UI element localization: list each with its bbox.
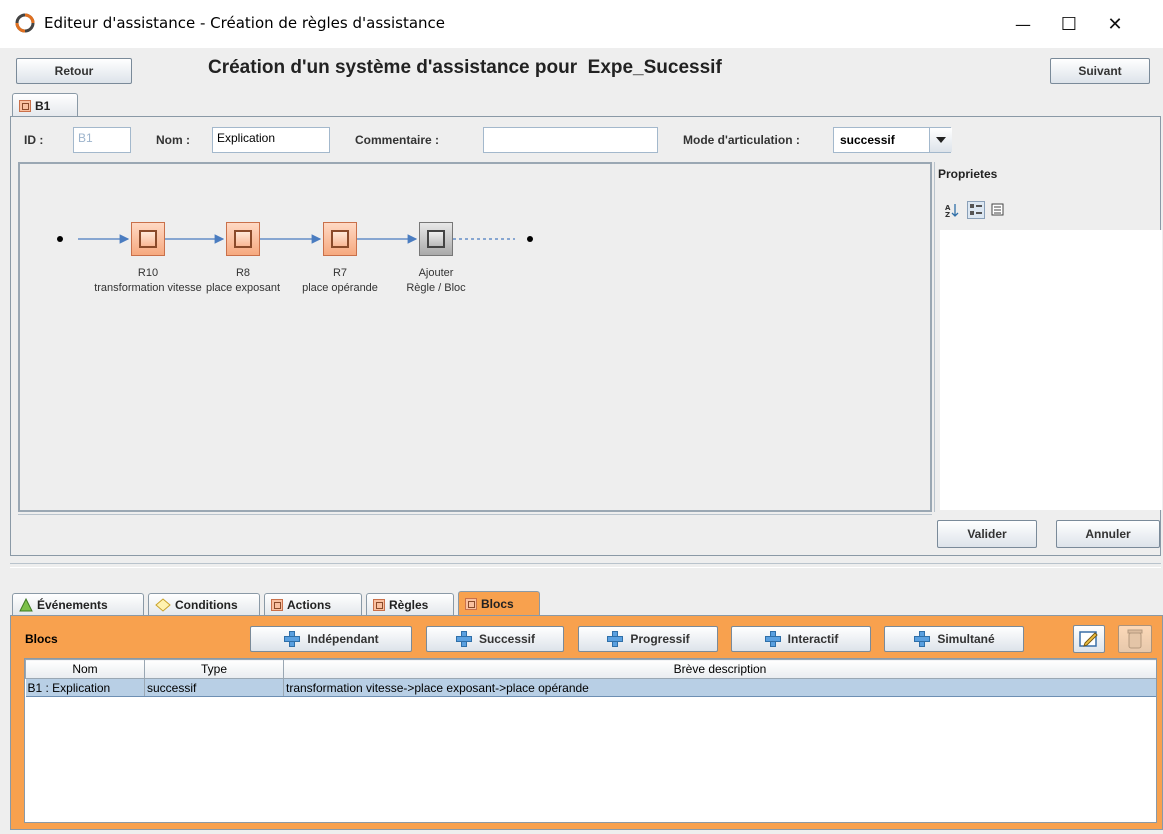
node-r7-label: place opérande (302, 282, 378, 294)
add-node-label: Ajouter (418, 267, 454, 279)
mode-select[interactable]: successif (833, 127, 952, 153)
split-divider[interactable] (10, 563, 1161, 568)
tab-block-b1[interactable]: B1 (12, 93, 78, 117)
tab-regles[interactable]: Règles (366, 593, 454, 615)
plus-icon (764, 630, 782, 648)
id-field[interactable]: B1 (73, 127, 131, 153)
mode-select-value: successif (840, 133, 895, 147)
add-independant-label: Indépendant (307, 632, 379, 646)
tab-actions[interactable]: Actions (264, 593, 362, 615)
add-interactif-button[interactable]: Interactif (731, 626, 871, 652)
node-r7-id: R7 (332, 267, 348, 279)
window-title-bar: Editeur d'assistance - Création de règle… (0, 0, 1163, 48)
close-button[interactable]: ✕ (1092, 0, 1138, 48)
plus-icon (283, 630, 301, 648)
page-title: Création d'un système d'assistance pour … (208, 57, 722, 78)
cell-description[interactable]: transformation vitesse->place exposant->… (283, 678, 1156, 697)
add-progressif-label: Progressif (630, 632, 690, 646)
id-label: ID : (24, 133, 44, 147)
column-header-nom[interactable]: Nom (25, 659, 145, 679)
name-field[interactable]: Explication (212, 127, 330, 153)
add-progressif-button[interactable]: Progressif (578, 626, 718, 652)
rule-node-r10[interactable] (131, 222, 165, 256)
blocs-table: Nom Type Brève description B1 : Explicat… (24, 658, 1157, 823)
rule-diagram-canvas[interactable]: R10 transformation vitesse R8 place expo… (18, 162, 932, 512)
add-independant-button[interactable]: Indépendant (250, 626, 412, 652)
tab-evenements[interactable]: Événements (12, 593, 144, 615)
back-button[interactable]: Retour (16, 58, 132, 84)
add-node-sublabel: Règle / Bloc (406, 282, 466, 294)
tab-actions-label: Actions (287, 597, 332, 612)
add-simultane-button[interactable]: Simultané (884, 626, 1024, 652)
chevron-down-icon[interactable] (929, 128, 952, 152)
block-icon (373, 598, 385, 611)
delete-button[interactable] (1118, 625, 1152, 653)
tab-blocs[interactable]: Blocs (458, 591, 540, 615)
column-header-description[interactable]: Brève description (283, 659, 1156, 679)
cancel-button[interactable]: Annuler (1056, 520, 1160, 548)
properties-panel: Proprietes AZ (934, 162, 1162, 512)
condition-icon (155, 597, 171, 612)
node-r8-label: place exposant (206, 282, 280, 294)
editor-status-bar (18, 514, 932, 549)
trash-icon (1127, 629, 1143, 649)
add-successif-label: Successif (478, 632, 536, 646)
window-title: Editeur d'assistance - Création de règle… (44, 14, 445, 32)
rule-node-r7[interactable] (323, 222, 357, 256)
sort-az-icon[interactable]: AZ (945, 202, 959, 221)
plus-icon (606, 630, 624, 648)
next-button[interactable]: Suivant (1050, 58, 1150, 84)
tab-blocs-label: Blocs (481, 596, 514, 611)
blocs-panel-title: Blocs (25, 632, 58, 646)
comment-label: Commentaire : (355, 133, 440, 147)
name-label: Nom : (156, 133, 190, 147)
diagram-connectors (57, 234, 533, 244)
event-icon (19, 597, 33, 611)
node-r10-id: R10 (137, 267, 159, 279)
block-icon (139, 230, 157, 248)
edit-icon (1079, 631, 1098, 647)
add-simultane-label: Simultané (937, 632, 995, 646)
maximize-button[interactable]: ☐ (1046, 0, 1092, 48)
comment-field[interactable] (483, 127, 658, 153)
cell-nom[interactable]: B1 : Explication (25, 678, 145, 697)
minimize-button[interactable]: — (1000, 0, 1046, 48)
add-interactif-label: Interactif (787, 632, 839, 646)
cell-type[interactable]: successif (144, 678, 284, 697)
description-icon[interactable] (991, 203, 1005, 220)
tab-conditions-label: Conditions (175, 597, 238, 612)
add-rule-node[interactable] (419, 222, 453, 256)
block-icon (271, 598, 283, 611)
table-row[interactable]: B1 : Explication successif transformatio… (25, 678, 1156, 697)
properties-list (940, 230, 1162, 510)
block-icon (331, 230, 349, 248)
add-successif-button[interactable]: Successif (426, 626, 564, 652)
plus-icon (913, 630, 931, 648)
plus-icon (455, 630, 473, 648)
block-icon (465, 597, 477, 610)
tab-block-b1-label: B1 (35, 98, 51, 113)
block-icon (19, 99, 31, 112)
categorized-icon[interactable] (967, 201, 985, 219)
node-r10-label: transformation vitesse (94, 282, 202, 294)
validate-button[interactable]: Valider (937, 520, 1037, 548)
block-icon (234, 230, 252, 248)
block-icon (427, 230, 445, 248)
column-header-type[interactable]: Type (144, 659, 284, 679)
svg-text:Z: Z (945, 211, 950, 218)
lifebuoy-icon (15, 13, 35, 33)
node-r8-id: R8 (235, 267, 251, 279)
properties-title: Proprietes (938, 167, 998, 181)
tab-regles-label: Règles (389, 597, 429, 612)
tab-conditions[interactable]: Conditions (148, 593, 260, 615)
mode-label: Mode d'articulation : (683, 133, 800, 147)
edit-button[interactable] (1073, 625, 1105, 653)
rule-node-r8[interactable] (226, 222, 260, 256)
tab-evenements-label: Événements (37, 597, 108, 612)
